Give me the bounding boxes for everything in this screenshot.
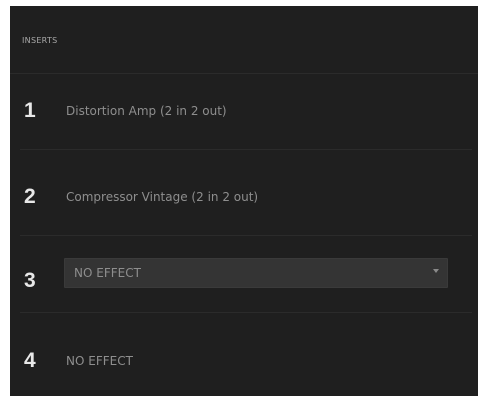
- slot-effect-name[interactable]: Distortion Amp (2 in 2 out): [66, 104, 227, 118]
- effect-select[interactable]: NO EFFECT: [64, 258, 448, 288]
- inserts-panel: INSERTS 1 Distortion Amp (2 in 2 out) 2 …: [10, 6, 478, 396]
- slot-divider: [20, 312, 472, 313]
- slot-number: 2: [24, 185, 36, 208]
- insert-slot-2[interactable]: 2 Compressor Vintage (2 in 2 out): [10, 160, 478, 236]
- chevron-down-icon[interactable]: [433, 269, 439, 273]
- slot-number: 3: [24, 269, 36, 292]
- slot-divider: [20, 235, 472, 236]
- slot-divider: [20, 149, 472, 150]
- insert-slot-3[interactable]: 3 NO EFFECT: [10, 237, 478, 313]
- insert-slot-1[interactable]: 1 Distortion Amp (2 in 2 out): [10, 74, 478, 150]
- slot-effect-name: NO EFFECT: [74, 266, 141, 280]
- slot-effect-name[interactable]: Compressor Vintage (2 in 2 out): [66, 190, 258, 204]
- insert-slot-4[interactable]: 4 NO EFFECT: [10, 324, 478, 400]
- slot-effect-name[interactable]: NO EFFECT: [66, 354, 133, 368]
- slot-number: 1: [24, 99, 36, 122]
- slot-number: 4: [24, 349, 36, 372]
- inserts-header: INSERTS: [22, 36, 58, 45]
